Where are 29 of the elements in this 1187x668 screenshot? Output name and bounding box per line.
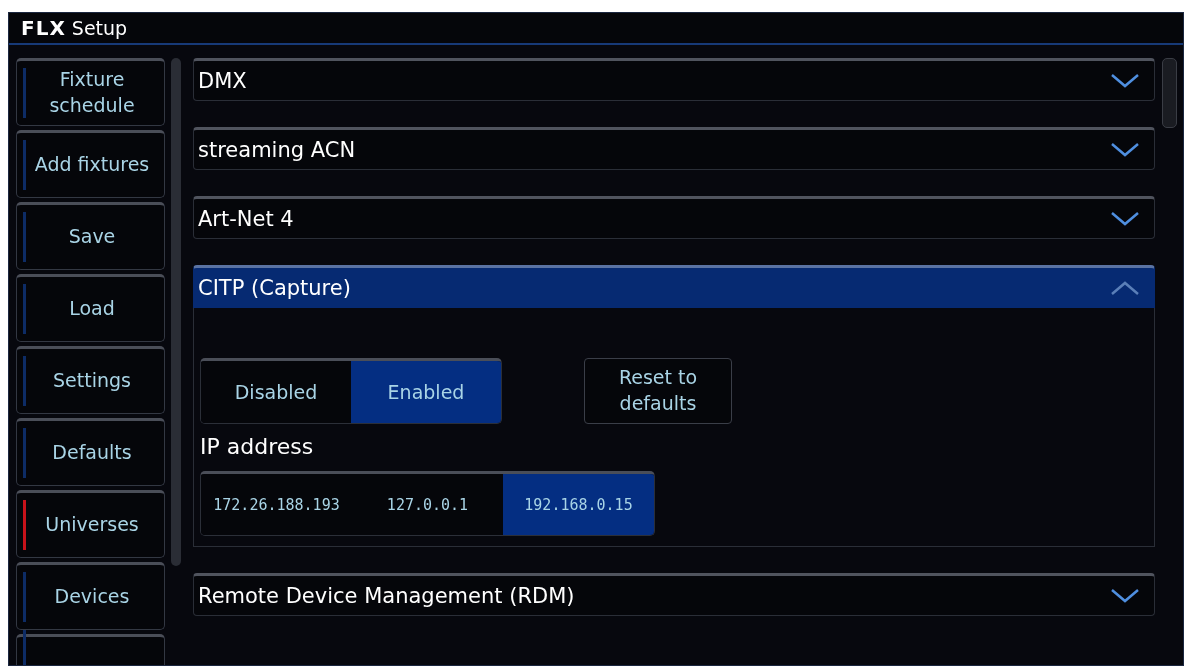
mode-option[interactable]: Enabled (351, 361, 501, 423)
sidebar-button[interactable]: Load (16, 274, 165, 342)
section-header[interactable]: DMX (193, 58, 1155, 101)
sidebar-button[interactable]: Add fixtures (16, 130, 165, 198)
scrollbar[interactable] (1162, 58, 1177, 128)
chevron-up-icon (1110, 279, 1140, 296)
section-header[interactable]: streaming ACN (193, 127, 1155, 170)
chevron-down-icon (1110, 72, 1140, 89)
section-header[interactable]: CITP (Capture) (193, 265, 1155, 308)
reset-button[interactable]: Reset to defaults (584, 358, 732, 424)
section-header[interactable]: Art-Net 4 (193, 196, 1155, 239)
sidebar-button[interactable]: Devices (16, 562, 165, 630)
ip-address-label: IP address (200, 434, 315, 459)
ip-option[interactable]: 172.26.188.193 (201, 474, 352, 535)
chevron-down-icon (1110, 141, 1140, 158)
app-logo: FLX (21, 16, 66, 40)
sidebar-button[interactable]: Defaults (16, 418, 165, 486)
chevron-down-icon (1110, 587, 1140, 604)
scrollbar[interactable] (171, 58, 181, 566)
window-title: Setup (71, 17, 128, 39)
sidebar-button[interactable]: Save (16, 202, 165, 270)
sidebar-button[interactable]: Fixture schedule (16, 58, 165, 126)
ip-option[interactable]: 127.0.0.1 (352, 474, 503, 535)
sidebar-button[interactable]: Universes (16, 490, 165, 558)
ip-option[interactable]: 192.168.0.15 (503, 474, 654, 535)
chevron-down-icon (1110, 210, 1140, 227)
section-header[interactable]: Remote Device Management (RDM) (193, 573, 1155, 616)
sidebar-button[interactable]: Settings (16, 346, 165, 414)
mode-option[interactable]: Disabled (201, 361, 351, 423)
